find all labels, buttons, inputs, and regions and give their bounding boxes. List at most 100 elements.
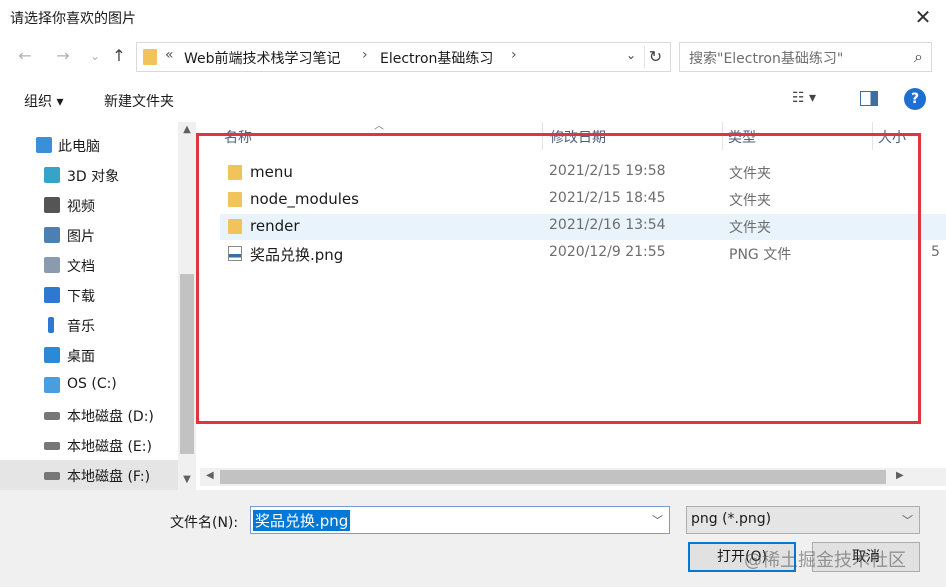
sidebar-item[interactable]: 此电脑 xyxy=(0,130,178,160)
scroll-down-icon[interactable]: ▼ xyxy=(178,474,196,485)
sidebar-item[interactable]: OS (C:) xyxy=(0,370,178,400)
navigation-bar: ← → ⌄ ↑ « Web前端技术栈学习笔记 › Electron基础练习 › … xyxy=(0,40,946,74)
breadcrumb-separator[interactable]: › xyxy=(511,47,517,63)
sort-ascending-icon: ︿ xyxy=(374,122,384,132)
file-modified: 2021/2/15 19:58 xyxy=(549,163,666,179)
sidebar-item-label: 本地磁盘 (E:) xyxy=(67,439,152,455)
sidebar-item[interactable]: 本地磁盘 (D:) xyxy=(0,400,178,430)
column-divider[interactable] xyxy=(722,122,723,150)
scroll-left-icon[interactable]: ◀ xyxy=(206,470,214,481)
filename-value[interactable]: 奖品兑换.png xyxy=(253,510,351,531)
file-type-select[interactable]: png (*.png) ﹀ xyxy=(686,506,920,534)
file-name: render xyxy=(250,217,300,235)
file-type: 文件夹 xyxy=(729,193,771,209)
up-folder-icon[interactable]: ↑ xyxy=(108,45,130,67)
sidebar-item[interactable]: 桌面 xyxy=(0,340,178,370)
sidebar-item-label: 视频 xyxy=(67,199,95,215)
search-icon[interactable]: ⌕ xyxy=(914,47,923,67)
drive-icon xyxy=(44,412,60,420)
column-divider[interactable] xyxy=(872,122,873,150)
scroll-right-icon[interactable]: ▶ xyxy=(896,470,904,481)
back-arrow-icon[interactable]: ← xyxy=(14,45,36,67)
sidebar-item-label: 文档 xyxy=(67,259,95,275)
close-icon[interactable]: ✕ xyxy=(908,4,938,30)
watermark: @稀土掘金技术社区 xyxy=(744,550,906,571)
help-icon[interactable]: ? xyxy=(904,88,926,110)
cube-icon xyxy=(44,167,60,183)
sidebar-item[interactable]: 下载 xyxy=(0,280,178,310)
desktop-icon xyxy=(44,347,60,363)
scroll-thumb[interactable] xyxy=(180,274,194,454)
download-icon xyxy=(44,287,60,303)
view-options-icon[interactable]: ☷ ▾ xyxy=(792,90,816,106)
picture-icon xyxy=(44,227,60,243)
breadcrumb-item[interactable]: Electron基础练习 xyxy=(380,48,493,68)
drive-icon xyxy=(44,472,60,480)
scroll-up-icon[interactable]: ▲ xyxy=(178,124,196,135)
sidebar-item-label: OS (C:) xyxy=(67,376,117,392)
file-row[interactable]: 奖品兑换.png 2020/12/9 21:55 PNG 文件 5 xyxy=(220,241,946,267)
search-placeholder: 搜索"Electron基础练习" xyxy=(689,51,844,67)
computer-icon xyxy=(36,137,52,153)
sidebar-item-label: 此电脑 xyxy=(58,139,100,155)
recent-locations-icon[interactable]: ⌄ xyxy=(84,45,106,67)
file-row[interactable]: menu 2021/2/15 19:58 文件夹 xyxy=(220,160,946,186)
sidebar-item-label: 下载 xyxy=(67,289,95,305)
address-bar[interactable]: « Web前端技术栈学习笔记 › Electron基础练习 › ⌄ ↻ xyxy=(136,42,671,72)
dialog-footer: 文件名(N): 奖品兑换.png ﹀ png (*.png) ﹀ 打开(O) 取… xyxy=(0,490,946,587)
file-type: 文件夹 xyxy=(729,166,771,182)
folder-icon xyxy=(228,192,242,207)
horizontal-scrollbar[interactable]: ◀ ▶ xyxy=(200,468,946,486)
filename-label: 文件名(N): xyxy=(170,515,239,531)
file-modified: 2021/2/16 13:54 xyxy=(549,217,666,233)
sidebar-item[interactable]: 3D 对象 xyxy=(0,160,178,190)
search-input[interactable]: 搜索"Electron基础练习" ⌕ xyxy=(679,42,932,72)
title-bar: 请选择你喜欢的图片 ✕ xyxy=(0,0,946,34)
folder-icon xyxy=(228,219,242,234)
filename-input[interactable]: 奖品兑换.png ﹀ xyxy=(250,506,670,534)
folder-icon xyxy=(228,165,242,180)
chevron-down-icon[interactable]: ⌄ xyxy=(626,48,636,62)
music-icon xyxy=(48,317,54,333)
film-icon xyxy=(44,197,60,213)
file-size: 5 xyxy=(931,244,940,260)
column-size[interactable]: 大小 xyxy=(878,127,906,147)
windows-drive-icon xyxy=(44,377,60,393)
sidebar-item[interactable]: 视频 xyxy=(0,190,178,220)
sidebar-item[interactable]: 音乐 xyxy=(0,310,178,340)
breadcrumb-separator[interactable]: › xyxy=(362,47,368,63)
column-type[interactable]: 类型 xyxy=(728,127,756,147)
chevron-down-icon[interactable]: ﹀ xyxy=(652,512,663,528)
column-name[interactable]: 名称 xyxy=(224,127,252,147)
file-type: 文件夹 xyxy=(729,220,771,236)
file-row[interactable]: node_modules 2021/2/15 18:45 文件夹 xyxy=(220,187,946,213)
sidebar-item[interactable]: 本地磁盘 (F:) xyxy=(0,460,178,490)
preview-pane-icon[interactable] xyxy=(860,91,878,106)
sidebar-item[interactable]: 文档 xyxy=(0,250,178,280)
drive-icon xyxy=(44,442,60,450)
sidebar-scrollbar[interactable]: ▲ ▼ xyxy=(178,122,196,490)
breadcrumb-item[interactable]: Web前端技术栈学习笔记 xyxy=(184,48,341,68)
forward-arrow-icon[interactable]: → xyxy=(52,45,74,67)
file-modified: 2021/2/15 18:45 xyxy=(549,190,666,206)
column-divider[interactable] xyxy=(542,122,543,150)
sidebar-item[interactable]: 图片 xyxy=(0,220,178,250)
refresh-icon[interactable]: ↻ xyxy=(644,46,666,68)
file-list: ︿ 名称 修改日期 类型 大小 menu 2021/2/15 19:58 文件夹 no… xyxy=(200,122,946,490)
chevron-down-icon[interactable]: ﹀ xyxy=(902,512,913,528)
organize-button[interactable]: 组织 ▾ xyxy=(24,91,63,111)
breadcrumb-overflow[interactable]: « xyxy=(165,47,174,63)
file-name: menu xyxy=(250,163,293,181)
sidebar-item-label: 本地磁盘 (F:) xyxy=(67,469,151,485)
sidebar-item-label: 音乐 xyxy=(67,319,95,335)
sidebar-item-label: 3D 对象 xyxy=(67,169,120,185)
scroll-thumb[interactable] xyxy=(220,470,886,484)
column-modified[interactable]: 修改日期 xyxy=(550,127,606,147)
new-folder-button[interactable]: 新建文件夹 xyxy=(104,91,174,111)
file-name: node_modules xyxy=(250,190,359,208)
image-file-icon xyxy=(228,246,242,261)
file-type-value: png (*.png) xyxy=(691,511,772,527)
sidebar-item[interactable]: 本地磁盘 (E:) xyxy=(0,430,178,460)
sidebar-item-label: 图片 xyxy=(67,229,95,245)
file-row[interactable]: render 2021/2/16 13:54 文件夹 xyxy=(220,214,946,240)
